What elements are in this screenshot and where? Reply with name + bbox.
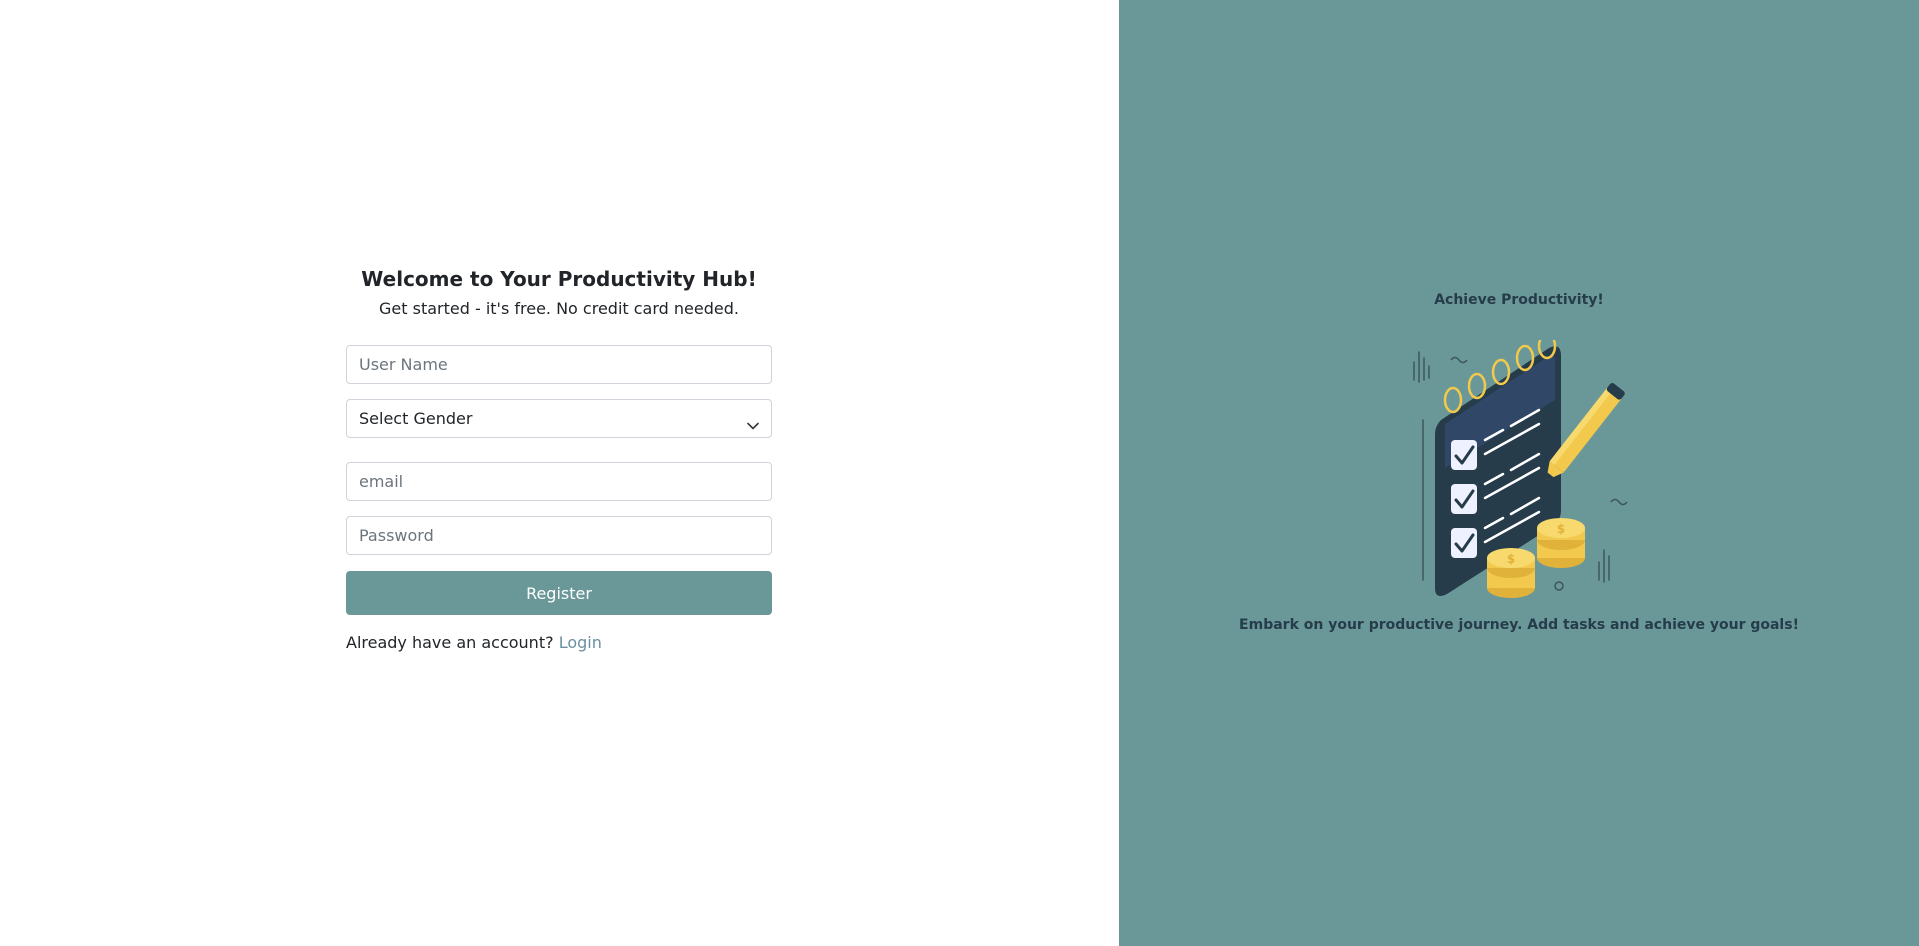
chevron-down-icon (747, 415, 759, 429)
page-title: Welcome to Your Productivity Hub! (361, 267, 757, 291)
checklist-pencil-coins-illustration-icon: $ $ (1399, 332, 1639, 605)
svg-text:$: $ (1507, 552, 1515, 566)
promo-panel: Achieve Productivity! $ $ Embark on your… (1119, 0, 1919, 946)
email-input[interactable] (346, 462, 772, 501)
promo-title: Achieve Productivity! (1434, 292, 1604, 308)
promo-caption: Embark on your productive journey. Add t… (1239, 617, 1799, 633)
password-input[interactable] (346, 516, 772, 555)
page-subtitle: Get started - it's free. No credit card … (379, 299, 739, 318)
register-form: Welcome to Your Productivity Hub! Get st… (346, 264, 772, 654)
username-input[interactable] (346, 345, 772, 384)
svg-text:$: $ (1557, 522, 1565, 536)
gender-select-value: Select Gender (359, 409, 473, 428)
register-panel: Welcome to Your Productivity Hub! Get st… (0, 0, 1119, 946)
register-button[interactable]: Register (346, 571, 772, 615)
gender-select[interactable]: Select Gender (346, 399, 772, 438)
register-page: Welcome to Your Productivity Hub! Get st… (0, 0, 1919, 946)
login-prompt-line: Already have an account? Login (346, 632, 772, 654)
login-link[interactable]: Login (559, 633, 602, 652)
login-prompt-text: Already have an account? (346, 633, 554, 652)
